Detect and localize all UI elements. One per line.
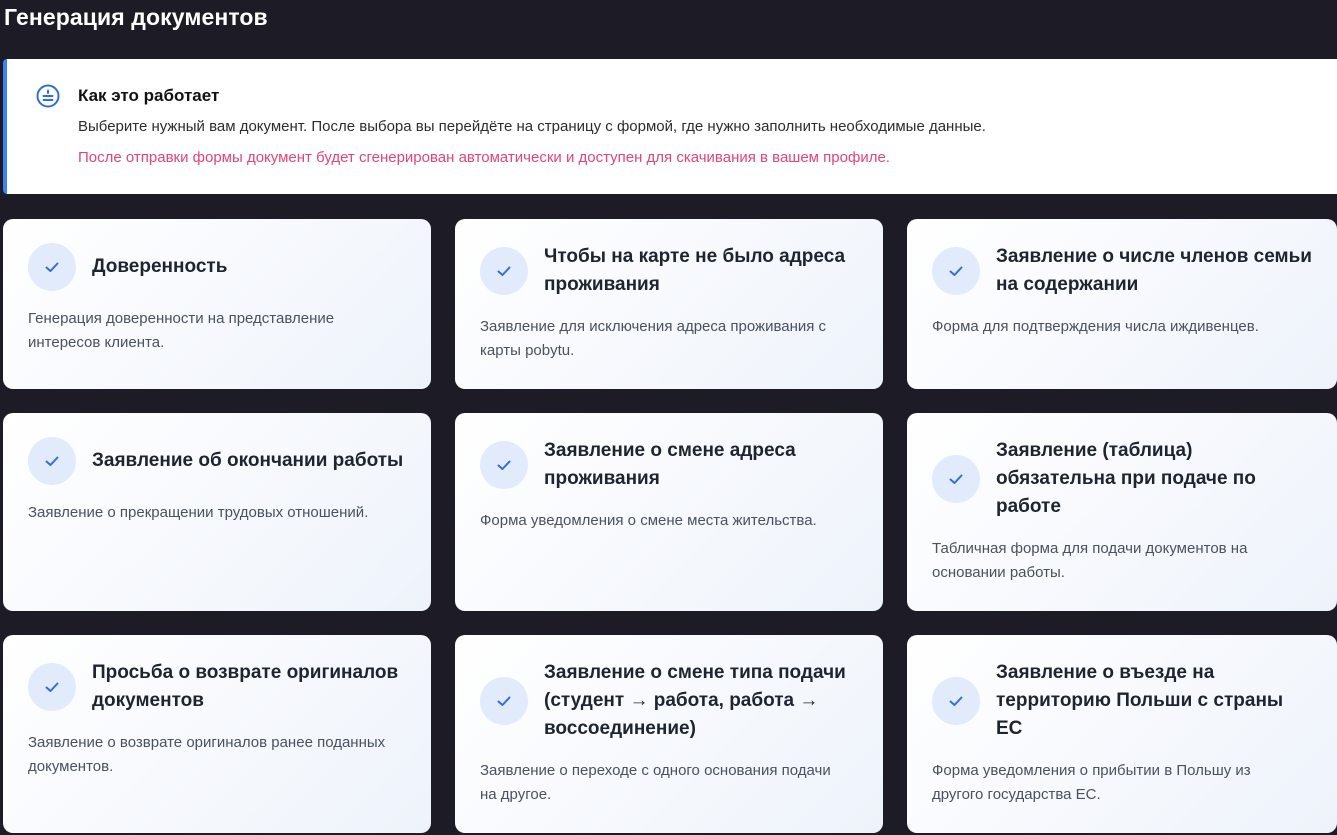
info-title: Как это работает — [78, 86, 220, 105]
info-panel: Как это работает Выберите нужный вам док… — [3, 59, 1337, 194]
card-header: Чтобы на карте не было адреса проживания — [480, 243, 859, 299]
document-card-entry-from-eu[interactable]: Заявление о въезде на территорию Польши … — [907, 635, 1337, 833]
card-title: Просьба о возврате оригиналов документов — [92, 662, 399, 711]
page-title: Генерация документов — [4, 4, 268, 30]
check-icon — [932, 455, 980, 503]
card-header: Доверенность — [28, 243, 407, 291]
info-text: Выберите нужный вам документ. После выбо… — [78, 118, 986, 135]
check-icon — [932, 247, 980, 295]
card-title: Заявление о смене адреса проживания — [544, 440, 796, 489]
card-description: Заявление о возврате оригиналов ранее по… — [28, 734, 386, 775]
check-icon — [28, 437, 76, 485]
document-card-employment-table[interactable]: Заявление (таблица) обязательна при пода… — [907, 413, 1337, 611]
info-note: После отправки формы документ будет сген… — [78, 149, 890, 166]
document-card-return-originals[interactable]: Просьба о возврате оригиналов документов… — [3, 635, 431, 833]
card-description: Форма уведомления о прибытии в Польшу из… — [932, 762, 1251, 803]
check-icon — [28, 243, 76, 291]
document-card-end-of-employment[interactable]: Заявление об окончании работы Заявление … — [3, 413, 431, 611]
check-icon — [28, 663, 76, 711]
card-title: Чтобы на карте не было адреса проживания — [544, 246, 846, 295]
card-header: Заявление об окончании работы — [28, 437, 407, 485]
check-icon — [932, 677, 980, 725]
document-card-no-address-on-card[interactable]: Чтобы на карте не было адреса проживания… — [455, 219, 883, 389]
info-list-icon — [36, 84, 60, 108]
card-title: Заявление об окончании работы — [92, 450, 404, 471]
card-header: Заявление о смене адреса проживания — [480, 437, 859, 493]
card-description: Заявление о переходе с одного основания … — [480, 762, 831, 803]
card-title: Заявление о смене типа подачи (студент →… — [544, 662, 846, 739]
card-title: Заявление о въезде на территорию Польши … — [996, 662, 1284, 739]
card-description: Генерация доверенности на представление … — [28, 310, 335, 351]
check-icon — [480, 247, 528, 295]
card-description: Заявление о прекращении трудовых отношен… — [28, 504, 369, 521]
document-card-address-change[interactable]: Заявление о смене адреса проживания Форм… — [455, 413, 883, 611]
document-card-dependents[interactable]: Заявление о числе членов семьи на содерж… — [907, 219, 1337, 389]
check-icon — [480, 441, 528, 489]
card-description: Табличная форма для подачи документов на… — [932, 540, 1248, 581]
card-description: Заявление для исключения адреса проживан… — [480, 318, 827, 359]
card-header: Заявление о въезде на территорию Польши … — [932, 659, 1313, 743]
document-card-submission-type-change[interactable]: Заявление о смене типа подачи (студент →… — [455, 635, 883, 833]
check-icon — [480, 677, 528, 725]
card-header: Просьба о возврате оригиналов документов — [28, 659, 407, 715]
card-title: Заявление (таблица) обязательна при пода… — [996, 440, 1256, 517]
card-header: Заявление о числе членов семьи на содерж… — [932, 243, 1313, 299]
card-description: Форма для подтверждения числа иждивенцев… — [932, 318, 1259, 335]
document-grid: Доверенность Генерация доверенности на п… — [3, 219, 1337, 833]
card-header: Заявление (таблица) обязательна при пода… — [932, 437, 1313, 521]
card-description: Форма уведомления о смене места жительст… — [480, 512, 817, 529]
card-title: Доверенность — [92, 256, 228, 277]
page: Генерация документов Как это работает Вы… — [0, 0, 1337, 835]
card-header: Заявление о смене типа подачи (студент →… — [480, 659, 859, 743]
document-card-power-of-attorney[interactable]: Доверенность Генерация доверенности на п… — [3, 219, 431, 389]
card-title: Заявление о числе членов семьи на содерж… — [996, 246, 1312, 295]
